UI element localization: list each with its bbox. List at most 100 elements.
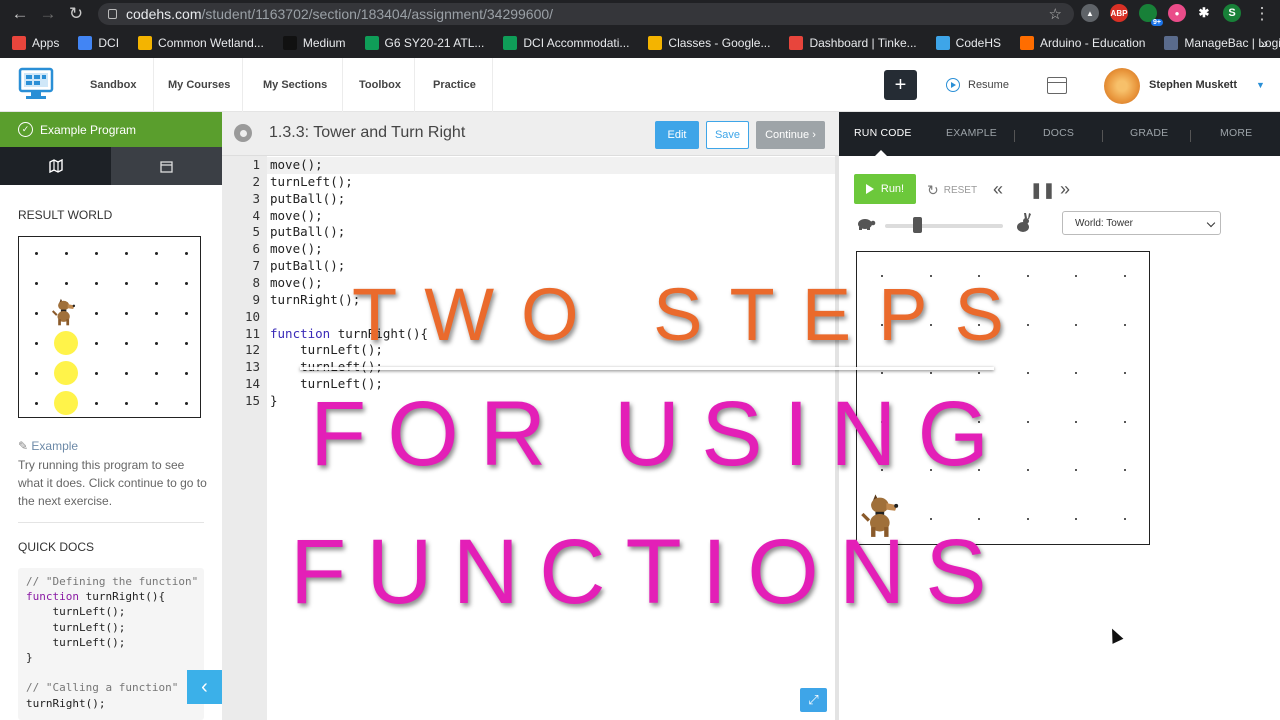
bookmark-item[interactable]: Common Wetland... [138,36,264,50]
chevron-down-icon[interactable]: ▼ [1256,80,1265,90]
bookmark-favicon-icon [789,36,804,50]
bookmark-item[interactable]: DCI [78,36,119,50]
grid-dot [35,402,38,405]
lock-icon [108,9,117,19]
browser-menu-icon[interactable]: ⋮ [1248,0,1276,28]
bookmark-item[interactable]: DCI Accommodati... [503,36,629,50]
line-number: 7 [252,258,260,274]
bookmark-label: Apps [32,36,60,50]
tab-map[interactable] [0,147,111,185]
nav-my-courses[interactable]: My Courses [154,58,243,112]
run-panel-tabs: RUN CODE EXAMPLE DOCS GRADE MORE [839,112,1280,156]
tab-example[interactable]: EXAMPLE [946,127,997,139]
speed-slider-track[interactable] [885,224,1003,228]
bookmark-item[interactable]: Arduino - Education [1020,36,1145,50]
result-world-title: RESULT WORLD [18,208,113,222]
line-number: 15 [244,392,260,408]
bookmark-favicon-icon [935,36,950,50]
gear-icon[interactable] [234,124,252,142]
code-line[interactable]: move(); [270,157,323,172]
back-icon[interactable]: ← [6,0,34,28]
save-button[interactable]: Save [706,121,749,149]
bookmark-favicon-icon [364,36,379,50]
bookmark-item[interactable]: Dashboard | Tinke... [789,36,917,50]
line-number: 10 [244,308,260,324]
bookmark-favicon-icon [1164,36,1179,50]
grid-dot [155,252,158,255]
bookmark-star-icon[interactable]: ☆ [1049,5,1062,23]
code-line[interactable]: move(); [270,275,323,290]
line-number: 14 [244,376,260,392]
window-icon[interactable] [1047,77,1067,94]
grid-dot [185,252,188,255]
address-bar[interactable]: codehs.com/student/1163702/section/18340… [98,3,1074,25]
tab-docs[interactable]: DOCS [1043,127,1074,139]
bookmark-favicon-icon [648,36,663,50]
reload-icon[interactable]: ↻ [62,0,90,28]
profile-avatar[interactable]: S [1223,4,1241,22]
resume-button[interactable]: Resume [946,78,1009,92]
app-header: Sandbox My Courses My Sections Toolbox P… [0,58,1280,112]
code-line[interactable]: move(); [270,241,323,256]
pause-icon[interactable]: ❚❚ [1030,181,1055,199]
tab-more[interactable]: MORE [1220,127,1252,139]
bookmark-item[interactable]: Classes - Google... [648,36,770,50]
bookmark-item[interactable]: G6 SY20-21 ATL... [364,36,485,50]
grid-dot [185,282,188,285]
code-line[interactable]: turnLeft(); [270,174,353,189]
grid-dot [1026,469,1029,471]
nav-practice[interactable]: Practice [415,58,493,112]
grid-dot [155,342,158,345]
line-number: 13 [244,359,260,375]
code-line[interactable]: } [270,393,278,408]
record-extension-icon[interactable]: ● [1168,4,1186,22]
code-line[interactable]: putBall(); [270,258,345,273]
tab-calendar[interactable] [111,147,222,185]
collapse-panel-button[interactable]: ‹ [187,670,222,704]
example-link[interactable]: ✎ Example [18,439,78,453]
drive-extension-icon[interactable]: ▲ [1081,4,1099,22]
bookmark-item[interactable]: Medium [282,36,346,50]
create-button[interactable]: + [884,70,917,100]
bookmarks-overflow-icon[interactable]: » [1260,35,1268,51]
world-select[interactable]: World: Tower [1062,211,1221,235]
line-number: 12 [244,342,260,358]
editor-header: 1.3.3: Tower and Turn Right Edit Save Co… [222,112,839,156]
grid-dot [185,342,188,345]
codehs-logo[interactable] [18,67,54,101]
edit-button[interactable]: Edit [655,121,699,149]
nav-my-sections[interactable]: My Sections [243,58,343,112]
overlay-title-line-1: TWO STEPS [352,273,1031,356]
grid-dot [125,312,128,315]
bookmark-item[interactable]: CodeHS [935,36,1001,50]
continue-button[interactable]: Continue › [756,121,825,149]
bookmark-label: G6 SY20-21 ATL... [384,36,485,50]
grammar-extension-icon[interactable]: 9+ [1139,4,1163,26]
code-line[interactable]: turnRight(); [270,292,360,307]
puzzle-extension-icon[interactable]: ✱ [1195,4,1213,22]
nav-sandbox[interactable]: Sandbox [72,58,154,112]
reset-button[interactable]: ↻ RESET [927,182,977,199]
expand-icon[interactable]: ⤢ [800,688,827,712]
user-name[interactable]: Stephen Muskett [1149,79,1237,91]
code-line[interactable]: putBall(); [270,224,345,239]
forward-icon[interactable]: → [34,0,62,28]
code-line[interactable]: putBall(); [270,191,345,206]
user-avatar[interactable] [1104,68,1140,104]
step-forward-icon[interactable]: » [1060,179,1070,200]
bookmark-item[interactable]: Apps [12,36,59,50]
ball-marker [54,391,78,415]
bookmark-favicon-icon [12,36,26,50]
step-back-icon[interactable]: « [993,179,1003,200]
code-line[interactable]: move(); [270,208,323,223]
grid-dot [185,312,188,315]
grid-dot [978,372,980,374]
grid-dot [35,342,38,345]
left-panel: ✓ Example Program RESULT WORLD ✎ Example… [0,112,222,720]
tab-grade[interactable]: GRADE [1130,127,1168,139]
nav-toolbox[interactable]: Toolbox [343,58,415,112]
speed-slider-handle[interactable] [912,217,922,233]
adblock-extension-icon[interactable]: ABP [1110,4,1128,22]
run-button[interactable]: Run! [854,174,916,204]
tab-run-code[interactable]: RUN CODE [854,127,912,139]
